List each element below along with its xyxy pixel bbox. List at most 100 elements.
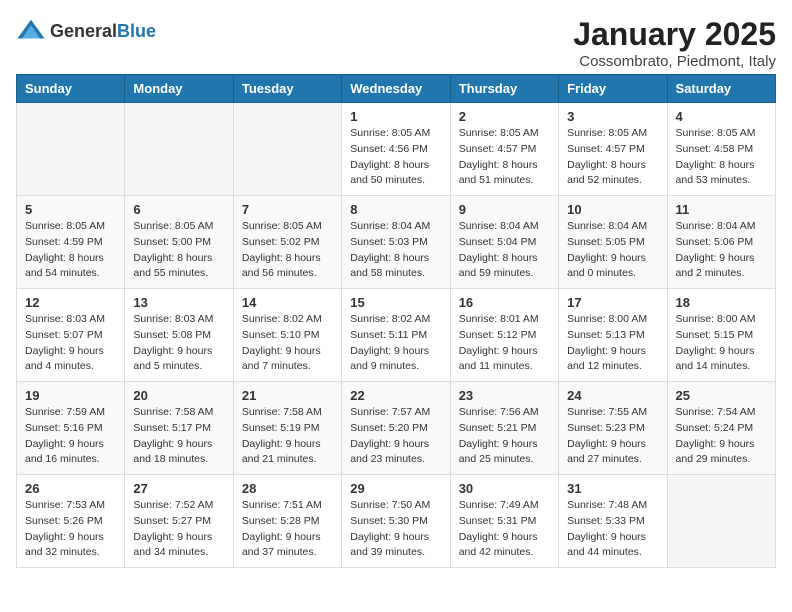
- day-cell: 28 Sunrise: 7:51 AMSunset: 5:28 PMDayligh…: [233, 475, 341, 568]
- day-cell: 23 Sunrise: 7:56 AMSunset: 5:21 PMDayligh…: [450, 382, 558, 475]
- day-info: Sunrise: 8:05 AMSunset: 4:58 PMDaylight:…: [676, 126, 767, 189]
- day-number: 22: [350, 388, 441, 403]
- day-cell: 25 Sunrise: 7:54 AMSunset: 5:24 PMDayligh…: [667, 382, 775, 475]
- day-number: 30: [459, 481, 550, 496]
- day-cell: 6 Sunrise: 8:05 AMSunset: 5:00 PMDaylight…: [125, 196, 233, 289]
- day-cell: 31 Sunrise: 7:48 AMSunset: 5:33 PMDayligh…: [559, 475, 667, 568]
- day-info: Sunrise: 8:04 AMSunset: 5:04 PMDaylight:…: [459, 219, 550, 282]
- day-number: 24: [567, 388, 658, 403]
- day-number: 3: [567, 109, 658, 124]
- day-number: 29: [350, 481, 441, 496]
- day-info: Sunrise: 7:54 AMSunset: 5:24 PMDaylight:…: [676, 405, 767, 468]
- day-info: Sunrise: 7:56 AMSunset: 5:21 PMDaylight:…: [459, 405, 550, 468]
- day-number: 31: [567, 481, 658, 496]
- day-info: Sunrise: 7:57 AMSunset: 5:20 PMDaylight:…: [350, 405, 441, 468]
- day-info: Sunrise: 7:55 AMSunset: 5:23 PMDaylight:…: [567, 405, 658, 468]
- day-cell: 2Sunrise: 8:05 AMSunset: 4:57 PMDaylight…: [450, 103, 558, 196]
- day-info: Sunrise: 8:01 AMSunset: 5:12 PMDaylight:…: [459, 312, 550, 375]
- day-number: 26: [25, 481, 116, 496]
- day-cell: 19 Sunrise: 7:59 AMSunset: 5:16 PMDayligh…: [17, 382, 125, 475]
- day-cell: 7 Sunrise: 8:05 AMSunset: 5:02 PMDaylight…: [233, 196, 341, 289]
- day-info: Sunrise: 7:58 AMSunset: 5:19 PMDaylight:…: [242, 405, 333, 468]
- day-info: Sunrise: 7:49 AMSunset: 5:31 PMDaylight:…: [459, 498, 550, 561]
- day-cell: 9 Sunrise: 8:04 AMSunset: 5:04 PMDaylight…: [450, 196, 558, 289]
- day-number: 17: [567, 295, 658, 310]
- day-cell: [125, 103, 233, 196]
- day-cell: 16Sunrise: 8:01 AMSunset: 5:12 PMDayligh…: [450, 289, 558, 382]
- day-cell: [233, 103, 341, 196]
- day-info: Sunrise: 7:59 AMSunset: 5:16 PMDaylight:…: [25, 405, 116, 468]
- day-number: 20: [133, 388, 224, 403]
- day-info: Sunrise: 8:04 AMSunset: 5:06 PMDaylight:…: [676, 219, 767, 282]
- day-number: 18: [676, 295, 767, 310]
- day-number: 4: [676, 109, 767, 124]
- day-number: 13: [133, 295, 224, 310]
- day-info: Sunrise: 8:05 AMSunset: 4:56 PMDaylight:…: [350, 126, 441, 189]
- day-number: 19: [25, 388, 116, 403]
- day-cell: 27Sunrise: 7:52 AMSunset: 5:27 PMDayligh…: [125, 475, 233, 568]
- week-row-3: 12Sunrise: 8:03 AMSunset: 5:07 PMDayligh…: [17, 289, 776, 382]
- day-cell: 4 Sunrise: 8:05 AMSunset: 4:58 PMDaylight…: [667, 103, 775, 196]
- week-row-5: 26 Sunrise: 7:53 AMSunset: 5:26 PMDayligh…: [17, 475, 776, 568]
- day-info: Sunrise: 7:58 AMSunset: 5:17 PMDaylight:…: [133, 405, 224, 468]
- day-info: Sunrise: 8:05 AMSunset: 5:02 PMDaylight:…: [242, 219, 333, 282]
- logo: GeneralBlue: [16, 16, 156, 46]
- day-number: 6: [133, 202, 224, 217]
- day-cell: 14Sunrise: 8:02 AMSunset: 5:10 PMDayligh…: [233, 289, 341, 382]
- week-row-4: 19 Sunrise: 7:59 AMSunset: 5:16 PMDayligh…: [17, 382, 776, 475]
- day-cell: 24 Sunrise: 7:55 AMSunset: 5:23 PMDayligh…: [559, 382, 667, 475]
- day-info: Sunrise: 7:50 AMSunset: 5:30 PMDaylight:…: [350, 498, 441, 561]
- day-cell: 1 Sunrise: 8:05 AMSunset: 4:56 PMDaylight…: [342, 103, 450, 196]
- day-cell: 10Sunrise: 8:04 AMSunset: 5:05 PMDayligh…: [559, 196, 667, 289]
- week-row-2: 5Sunrise: 8:05 AMSunset: 4:59 PMDaylight…: [17, 196, 776, 289]
- day-cell: [17, 103, 125, 196]
- day-info: Sunrise: 7:48 AMSunset: 5:33 PMDaylight:…: [567, 498, 658, 561]
- day-number: 25: [676, 388, 767, 403]
- day-info: Sunrise: 8:03 AMSunset: 5:08 PMDaylight:…: [133, 312, 224, 375]
- day-cell: [667, 475, 775, 568]
- day-number: 8: [350, 202, 441, 217]
- day-cell: 29 Sunrise: 7:50 AMSunset: 5:30 PMDayligh…: [342, 475, 450, 568]
- day-number: 5: [25, 202, 116, 217]
- day-cell: 17 Sunrise: 8:00 AMSunset: 5:13 PMDayligh…: [559, 289, 667, 382]
- logo-general: General: [50, 21, 117, 41]
- day-cell: 3 Sunrise: 8:05 AMSunset: 4:57 PMDaylight…: [559, 103, 667, 196]
- day-number: 21: [242, 388, 333, 403]
- location: Cossombrato, Piedmont, Italy: [573, 53, 776, 70]
- weekday-header-wednesday: Wednesday: [342, 75, 450, 103]
- weekday-header-tuesday: Tuesday: [233, 75, 341, 103]
- day-info: Sunrise: 8:05 AMSunset: 4:57 PMDaylight:…: [567, 126, 658, 189]
- day-cell: 15Sunrise: 8:02 AMSunset: 5:11 PMDayligh…: [342, 289, 450, 382]
- day-info: Sunrise: 8:02 AMSunset: 5:10 PMDaylight:…: [242, 312, 333, 375]
- weekday-header-row: SundayMondayTuesdayWednesdayThursdayFrid…: [17, 75, 776, 103]
- day-info: Sunrise: 8:03 AMSunset: 5:07 PMDaylight:…: [25, 312, 116, 375]
- day-number: 28: [242, 481, 333, 496]
- logo-blue: Blue: [117, 21, 156, 41]
- day-info: Sunrise: 8:05 AMSunset: 5:00 PMDaylight:…: [133, 219, 224, 282]
- weekday-header-sunday: Sunday: [17, 75, 125, 103]
- day-info: Sunrise: 8:04 AMSunset: 5:03 PMDaylight:…: [350, 219, 441, 282]
- title-block: January 2025 Cossombrato, Piedmont, Ital…: [573, 16, 776, 70]
- calendar-table: SundayMondayTuesdayWednesdayThursdayFrid…: [16, 74, 776, 568]
- header: GeneralBlue January 2025 Cossombrato, Pi…: [16, 16, 776, 70]
- day-cell: 21 Sunrise: 7:58 AMSunset: 5:19 PMDayligh…: [233, 382, 341, 475]
- day-info: Sunrise: 8:02 AMSunset: 5:11 PMDaylight:…: [350, 312, 441, 375]
- day-number: 2: [459, 109, 550, 124]
- day-number: 23: [459, 388, 550, 403]
- day-number: 10: [567, 202, 658, 217]
- day-cell: 20 Sunrise: 7:58 AMSunset: 5:17 PMDayligh…: [125, 382, 233, 475]
- day-info: Sunrise: 7:51 AMSunset: 5:28 PMDaylight:…: [242, 498, 333, 561]
- day-number: 9: [459, 202, 550, 217]
- week-row-1: 1 Sunrise: 8:05 AMSunset: 4:56 PMDaylight…: [17, 103, 776, 196]
- day-number: 7: [242, 202, 333, 217]
- weekday-header-thursday: Thursday: [450, 75, 558, 103]
- day-info: Sunrise: 8:00 AMSunset: 5:15 PMDaylight:…: [676, 312, 767, 375]
- day-info: Sunrise: 8:00 AMSunset: 5:13 PMDaylight:…: [567, 312, 658, 375]
- day-info: Sunrise: 7:53 AMSunset: 5:26 PMDaylight:…: [25, 498, 116, 561]
- day-number: 27: [133, 481, 224, 496]
- logo-icon: [16, 16, 46, 46]
- day-cell: 8 Sunrise: 8:04 AMSunset: 5:03 PMDaylight…: [342, 196, 450, 289]
- day-cell: 18 Sunrise: 8:00 AMSunset: 5:15 PMDayligh…: [667, 289, 775, 382]
- day-number: 1: [350, 109, 441, 124]
- day-cell: 5Sunrise: 8:05 AMSunset: 4:59 PMDaylight…: [17, 196, 125, 289]
